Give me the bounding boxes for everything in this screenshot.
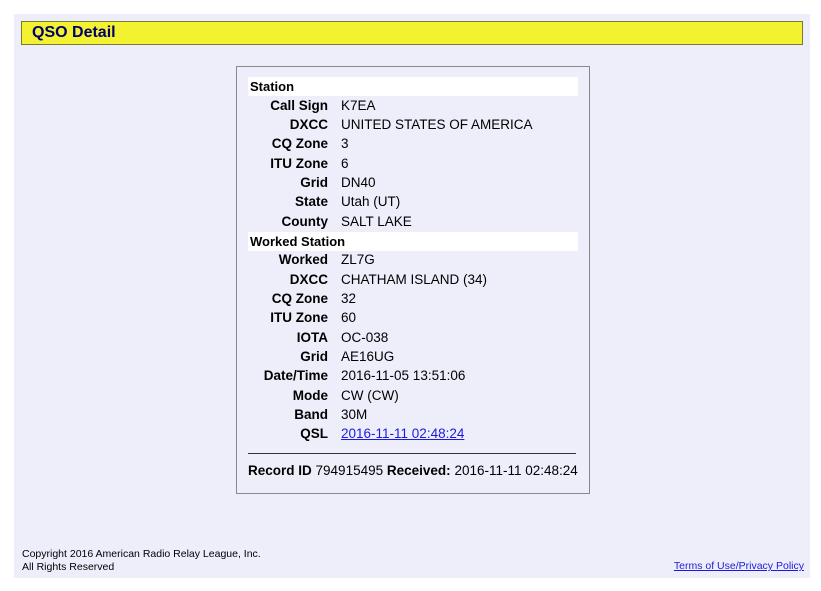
rights-line: All Rights Reserved <box>22 561 115 573</box>
field-label: IOTA <box>296 330 328 345</box>
record-id-value: 794915495 <box>315 463 384 478</box>
field-row-grid: Grid DN40 <box>237 173 589 192</box>
page-header: QSO Detail <box>21 21 803 45</box>
field-row-dxcc: DXCC UNITED STATES OF AMERICA <box>237 115 589 134</box>
field-value: CHATHAM ISLAND (34) <box>341 272 488 287</box>
field-value: DN40 <box>341 175 376 190</box>
field-row-dxcc: DXCC CHATHAM ISLAND (34) <box>237 270 589 289</box>
field-row-itu-zone: ITU Zone 60 <box>237 308 589 327</box>
field-row-call-sign: Call Sign K7EA <box>237 96 589 115</box>
field-value: Utah (UT) <box>341 194 401 209</box>
field-row-cq-zone: CQ Zone 3 <box>237 134 589 153</box>
field-value: 32 <box>341 291 357 306</box>
field-label: DXCC <box>289 272 328 287</box>
field-value: OC-038 <box>341 330 389 345</box>
terms-privacy-link[interactable]: Terms of Use/Privacy Policy <box>674 560 804 572</box>
record-id-label: Record ID <box>248 463 312 478</box>
field-label: Call Sign <box>270 98 328 113</box>
field-row-itu-zone: ITU Zone 6 <box>237 154 589 173</box>
record-info: Record ID 794915495 Received: 2016-11-11… <box>248 463 578 478</box>
field-value: 3 <box>341 136 349 151</box>
field-value: 2016-11-11 02:48:24 <box>341 424 464 443</box>
qso-detail-panel: Station Call Sign K7EA DXCC UNITED STATE… <box>236 66 590 494</box>
field-value: K7EA <box>341 98 376 113</box>
field-row-mode: Mode CW (CW) <box>237 386 589 405</box>
field-label: Mode <box>292 388 328 403</box>
field-label: Band <box>294 407 328 422</box>
field-row-county: County SALT LAKE <box>237 212 589 231</box>
field-label: State <box>294 194 328 209</box>
field-label: County <box>281 214 329 229</box>
field-label: CQ Zone <box>271 136 328 151</box>
field-value: 60 <box>341 310 357 325</box>
field-row-iota: IOTA OC-038 <box>237 328 589 347</box>
field-value: SALT LAKE <box>341 214 412 229</box>
field-label: DXCC <box>289 117 328 132</box>
station-section-heading: Station <box>248 77 578 96</box>
divider <box>248 453 576 454</box>
received-label: Received: <box>386 463 451 478</box>
copyright-notice: Copyright 2016 American Radio Relay Leag… <box>22 548 261 574</box>
field-row-state: State Utah (UT) <box>237 192 589 211</box>
copyright-line: Copyright 2016 American Radio Relay Leag… <box>22 548 261 560</box>
field-value: 6 <box>341 156 349 171</box>
terms-container: Terms of Use/Privacy Policy <box>674 560 804 572</box>
field-value: 30M <box>341 407 368 422</box>
received-value: 2016-11-11 02:48:24 <box>454 463 578 478</box>
field-label: ITU Zone <box>270 310 328 325</box>
field-label: Grid <box>300 349 328 364</box>
qsl-date-link[interactable]: 2016-11-11 02:48:24 <box>341 426 464 441</box>
field-label: ITU Zone <box>270 156 328 171</box>
field-row-grid: Grid AE16UG <box>237 347 589 366</box>
worked-station-section-heading: Worked Station <box>248 232 578 251</box>
field-value: 2016-11-05 13:51:06 <box>341 368 466 383</box>
field-label: QSL <box>300 426 328 441</box>
field-value: UNITED STATES OF AMERICA <box>341 117 533 132</box>
page-background: QSO Detail Station Call Sign K7EA DXCC U… <box>14 14 810 578</box>
page-title: QSO Detail <box>32 24 116 41</box>
field-row-cq-zone: CQ Zone 32 <box>237 289 589 308</box>
field-label: Date/Time <box>263 368 328 383</box>
field-value: AE16UG <box>341 349 395 364</box>
field-label: CQ Zone <box>271 291 328 306</box>
field-label: Grid <box>300 175 328 190</box>
field-row-worked: Worked ZL7G <box>237 250 589 269</box>
field-row-date-time: Date/Time 2016-11-05 13:51:06 <box>237 366 589 385</box>
field-value: ZL7G <box>341 252 375 267</box>
field-label: Worked <box>278 252 328 267</box>
field-row-band: Band 30M <box>237 405 589 424</box>
field-row-qsl: QSL 2016-11-11 02:48:24 <box>237 424 589 443</box>
field-value: CW (CW) <box>341 388 399 403</box>
